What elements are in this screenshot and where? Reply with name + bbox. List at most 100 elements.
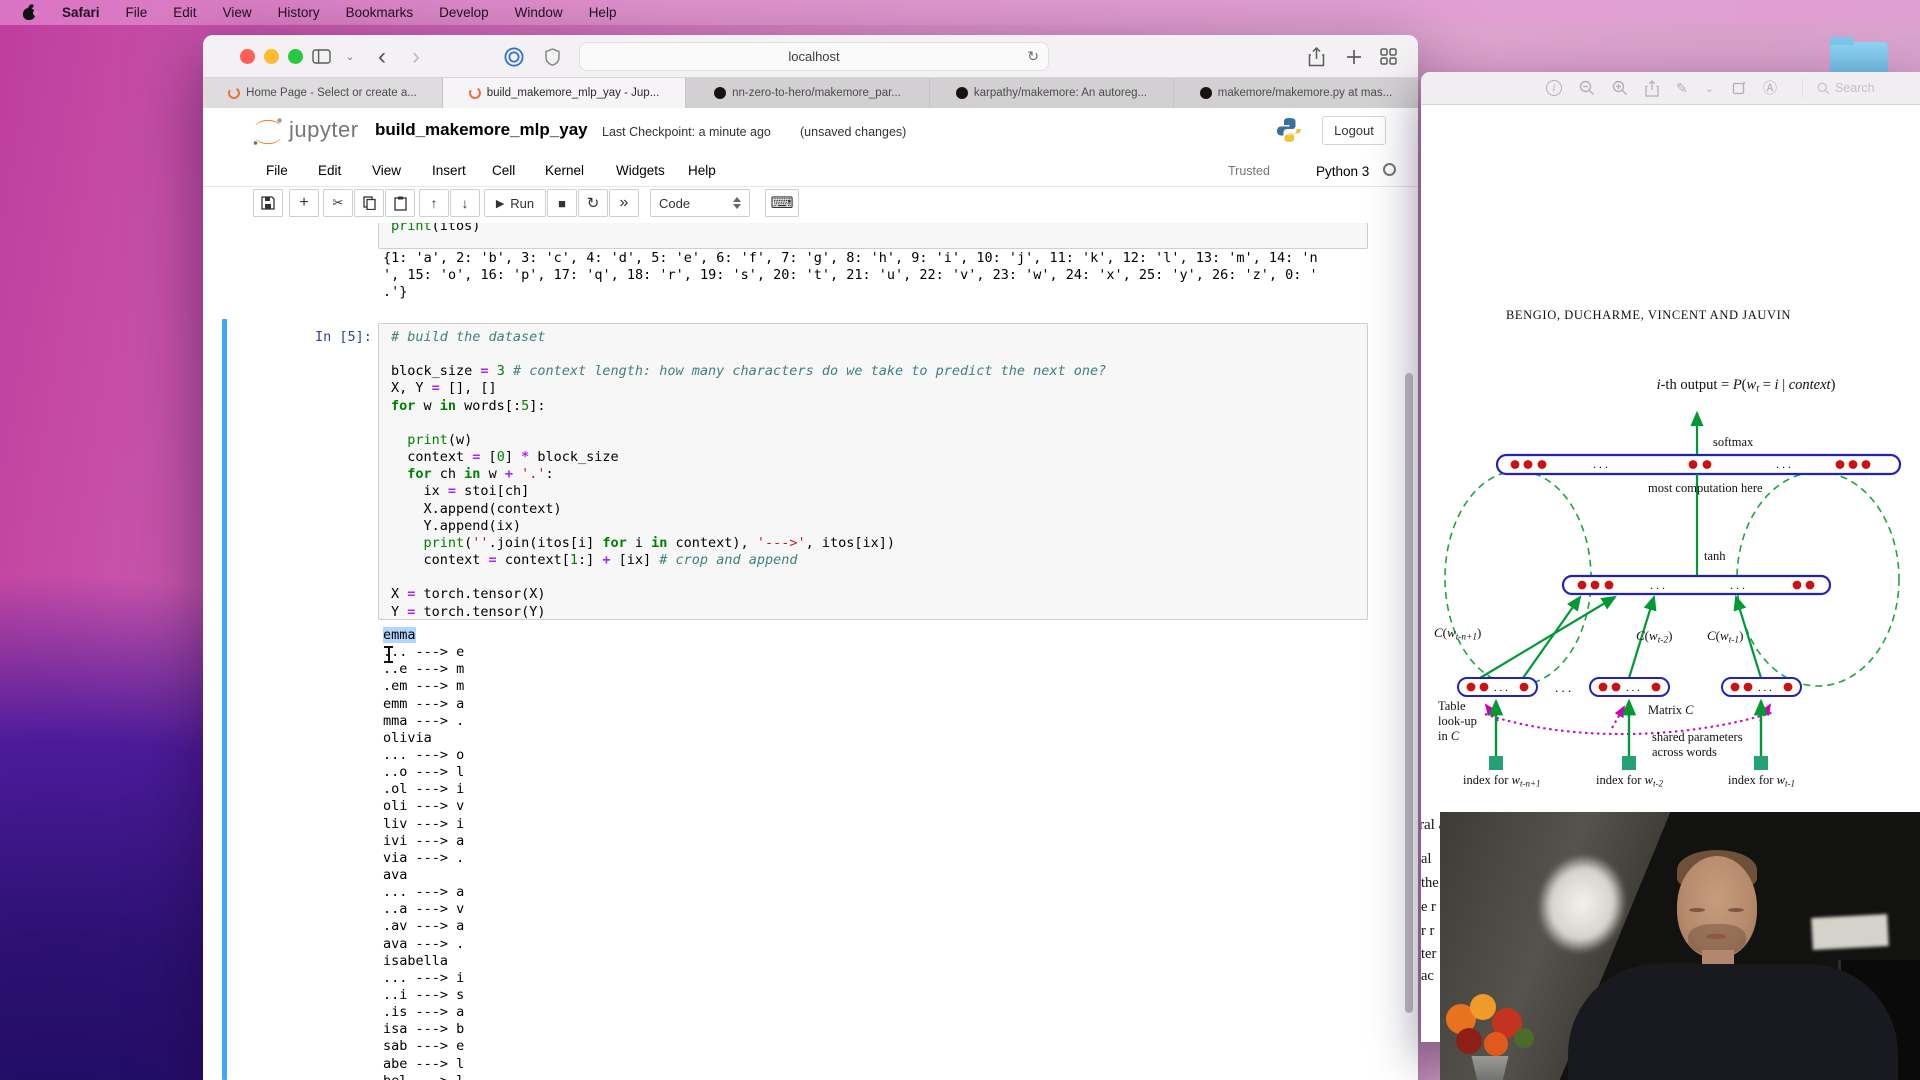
tab-label: karpathy/makemore: An autoreg...: [973, 87, 1148, 99]
code-editor[interactable]: # build the dataset block_size = 3 # con…: [379, 324, 1367, 626]
chevron-down-icon[interactable]: ⌄: [337, 44, 363, 69]
back-button[interactable]: ‹: [369, 43, 395, 70]
paper-text-fragment: e r: [1421, 899, 1436, 915]
menu-kernel[interactable]: Kernel: [545, 163, 584, 178]
crop-rotate-icon[interactable]: [1731, 81, 1746, 96]
autofill-icon[interactable]: Ⓐ: [1763, 78, 1777, 98]
run-label: Run: [510, 195, 535, 211]
zoom-out-icon[interactable]: [1579, 80, 1595, 96]
minimize-window-button[interactable]: [264, 49, 279, 64]
svg-text:. . .: . . .: [1494, 682, 1508, 694]
menubar-item-window[interactable]: Window: [515, 5, 563, 20]
onepassword-icon[interactable]: [501, 44, 527, 69]
label-in-c: in C: [1438, 729, 1460, 743]
close-window-button[interactable]: [240, 49, 255, 64]
menubar-item-help[interactable]: Help: [589, 5, 617, 20]
preview-toolbar: i ✎ ⌄ Ⓐ Search: [1421, 72, 1920, 105]
cut-cell-button[interactable]: ✂: [323, 189, 353, 217]
command-palette-button[interactable]: ⌨: [765, 189, 799, 217]
cell-type-dropdown[interactable]: Code: [650, 189, 750, 217]
copy-cell-button[interactable]: [354, 189, 384, 217]
menu-help[interactable]: Help: [688, 163, 716, 178]
code-cell-input-5[interactable]: # build the dataset block_size = 3 # con…: [378, 323, 1368, 620]
github-icon: [1199, 87, 1212, 99]
person-body: [1568, 964, 1898, 1080]
code-editor[interactable]: print(itos): [379, 223, 1367, 239]
sidebar-icon[interactable]: [308, 44, 334, 69]
new-tab-icon[interactable]: [1341, 44, 1367, 69]
menu-cell[interactable]: Cell: [492, 163, 515, 178]
notebook-title[interactable]: build_makemore_mlp_yay: [375, 120, 588, 140]
apple-logo-icon[interactable]: [22, 3, 39, 20]
tab-build-makemore-mlp[interactable]: build_makemore_mlp_yay - Jup...: [443, 78, 686, 108]
flower-bouquet: [1440, 994, 1550, 1080]
jupyter-logo-icon[interactable]: [251, 116, 285, 148]
menubar-item-view[interactable]: View: [223, 5, 252, 20]
restart-run-all-button[interactable]: »: [609, 189, 639, 217]
menu-view[interactable]: View: [372, 163, 401, 178]
person-eye: [1728, 908, 1744, 912]
menu-file[interactable]: File: [266, 163, 288, 178]
restart-kernel-button[interactable]: ↻: [578, 189, 608, 217]
share-icon[interactable]: [1645, 79, 1659, 97]
search-field[interactable]: Search: [1801, 78, 1875, 98]
label-c-wt1: C(wt-1): [1707, 628, 1744, 646]
reload-icon[interactable]: ↻: [1027, 48, 1039, 65]
menubar-item-history[interactable]: History: [278, 5, 320, 20]
label-matrix-c: Matrix C: [1648, 703, 1694, 717]
tab-home-page[interactable]: Home Page - Select or create a...: [203, 78, 443, 108]
svg-text:. . .: . . .: [1650, 578, 1665, 592]
stop-button[interactable]: ■: [547, 189, 577, 217]
code-cell-input-prev[interactable]: print(itos): [378, 223, 1368, 249]
menu-insert[interactable]: Insert: [432, 163, 466, 178]
tab-label: makemore/makemore.py at mas...: [1217, 87, 1393, 99]
forward-button[interactable]: ›: [403, 43, 429, 70]
paper-text-fragment: r r: [1421, 923, 1435, 939]
label-shared-parameters: shared parameters: [1652, 730, 1743, 744]
tab-makemore-py[interactable]: makemore/makemore.py at mas...: [1174, 78, 1418, 108]
menubar-item-develop[interactable]: Develop: [439, 5, 489, 20]
tab-label: build_makemore_mlp_yay - Jup...: [486, 87, 660, 99]
address-bar[interactable]: localhost ↻: [579, 42, 1049, 71]
jupyter-logo-text[interactable]: jupyter: [289, 117, 359, 143]
move-cell-down-button[interactable]: ↓: [450, 189, 480, 217]
play-icon: ▶: [495, 197, 505, 210]
share-icon[interactable]: [1303, 44, 1329, 69]
move-cell-up-button[interactable]: ↑: [419, 189, 449, 217]
logout-button[interactable]: Logout: [1322, 116, 1386, 145]
save-button[interactable]: [253, 189, 283, 217]
menubar-item-bookmarks[interactable]: Bookmarks: [346, 5, 414, 20]
jupyter-header: jupyter build_makemore_mlp_yay Last Chec…: [203, 108, 1418, 155]
zoom-window-button[interactable]: [288, 49, 303, 64]
chevron-down-icon[interactable]: ⌄: [1705, 82, 1714, 95]
paper-text-fragment: ac: [1421, 968, 1434, 984]
paper-text-fragment: the: [1421, 875, 1439, 891]
macos-menubar: Safari File Edit View History Bookmarks …: [0, 0, 1920, 25]
menubar-item-file[interactable]: File: [126, 5, 148, 20]
zoom-in-icon[interactable]: [1612, 80, 1628, 96]
label-across-words: across words: [1652, 745, 1717, 759]
video-skylight: [1811, 914, 1889, 950]
tab-overview-icon[interactable]: [1375, 44, 1401, 69]
svg-text:. . .: . . .: [1626, 682, 1640, 694]
tab-label: nn-zero-to-hero/makemore_par...: [732, 87, 901, 99]
tab-nn-zero-to-hero[interactable]: nn-zero-to-hero/makemore_par...: [686, 78, 930, 108]
privacy-shield-icon[interactable]: [539, 44, 565, 69]
paste-cell-button[interactable]: [385, 189, 415, 217]
menu-edit[interactable]: Edit: [318, 163, 341, 178]
tab-karpathy-makemore[interactable]: karpathy/makemore: An autoreg...: [930, 78, 1174, 108]
safari-tabbar: Home Page - Select or create a... build_…: [203, 78, 1418, 108]
jupyter-notebook-page: jupyter build_makemore_mlp_yay Last Chec…: [203, 108, 1418, 1080]
jupyter-menubar: File Edit View Insert Cell Kernel Widget…: [203, 155, 1418, 187]
notebook-content: print(itos) {1: 'a', 2: 'b', 3: 'c', 4: …: [203, 223, 1418, 1080]
menu-widgets[interactable]: Widgets: [616, 163, 665, 178]
add-cell-button[interactable]: +: [289, 189, 319, 217]
info-icon[interactable]: i: [1546, 80, 1562, 96]
menubar-item-edit[interactable]: Edit: [173, 5, 196, 20]
webcam-video: [1440, 812, 1920, 1080]
run-button[interactable]: ▶ Run: [484, 189, 546, 217]
notebook-scrollbar[interactable]: [1405, 373, 1413, 1013]
github-icon: [714, 87, 727, 99]
markup-pencil-icon[interactable]: ✎: [1676, 80, 1688, 97]
menubar-item-safari[interactable]: Safari: [62, 5, 100, 20]
